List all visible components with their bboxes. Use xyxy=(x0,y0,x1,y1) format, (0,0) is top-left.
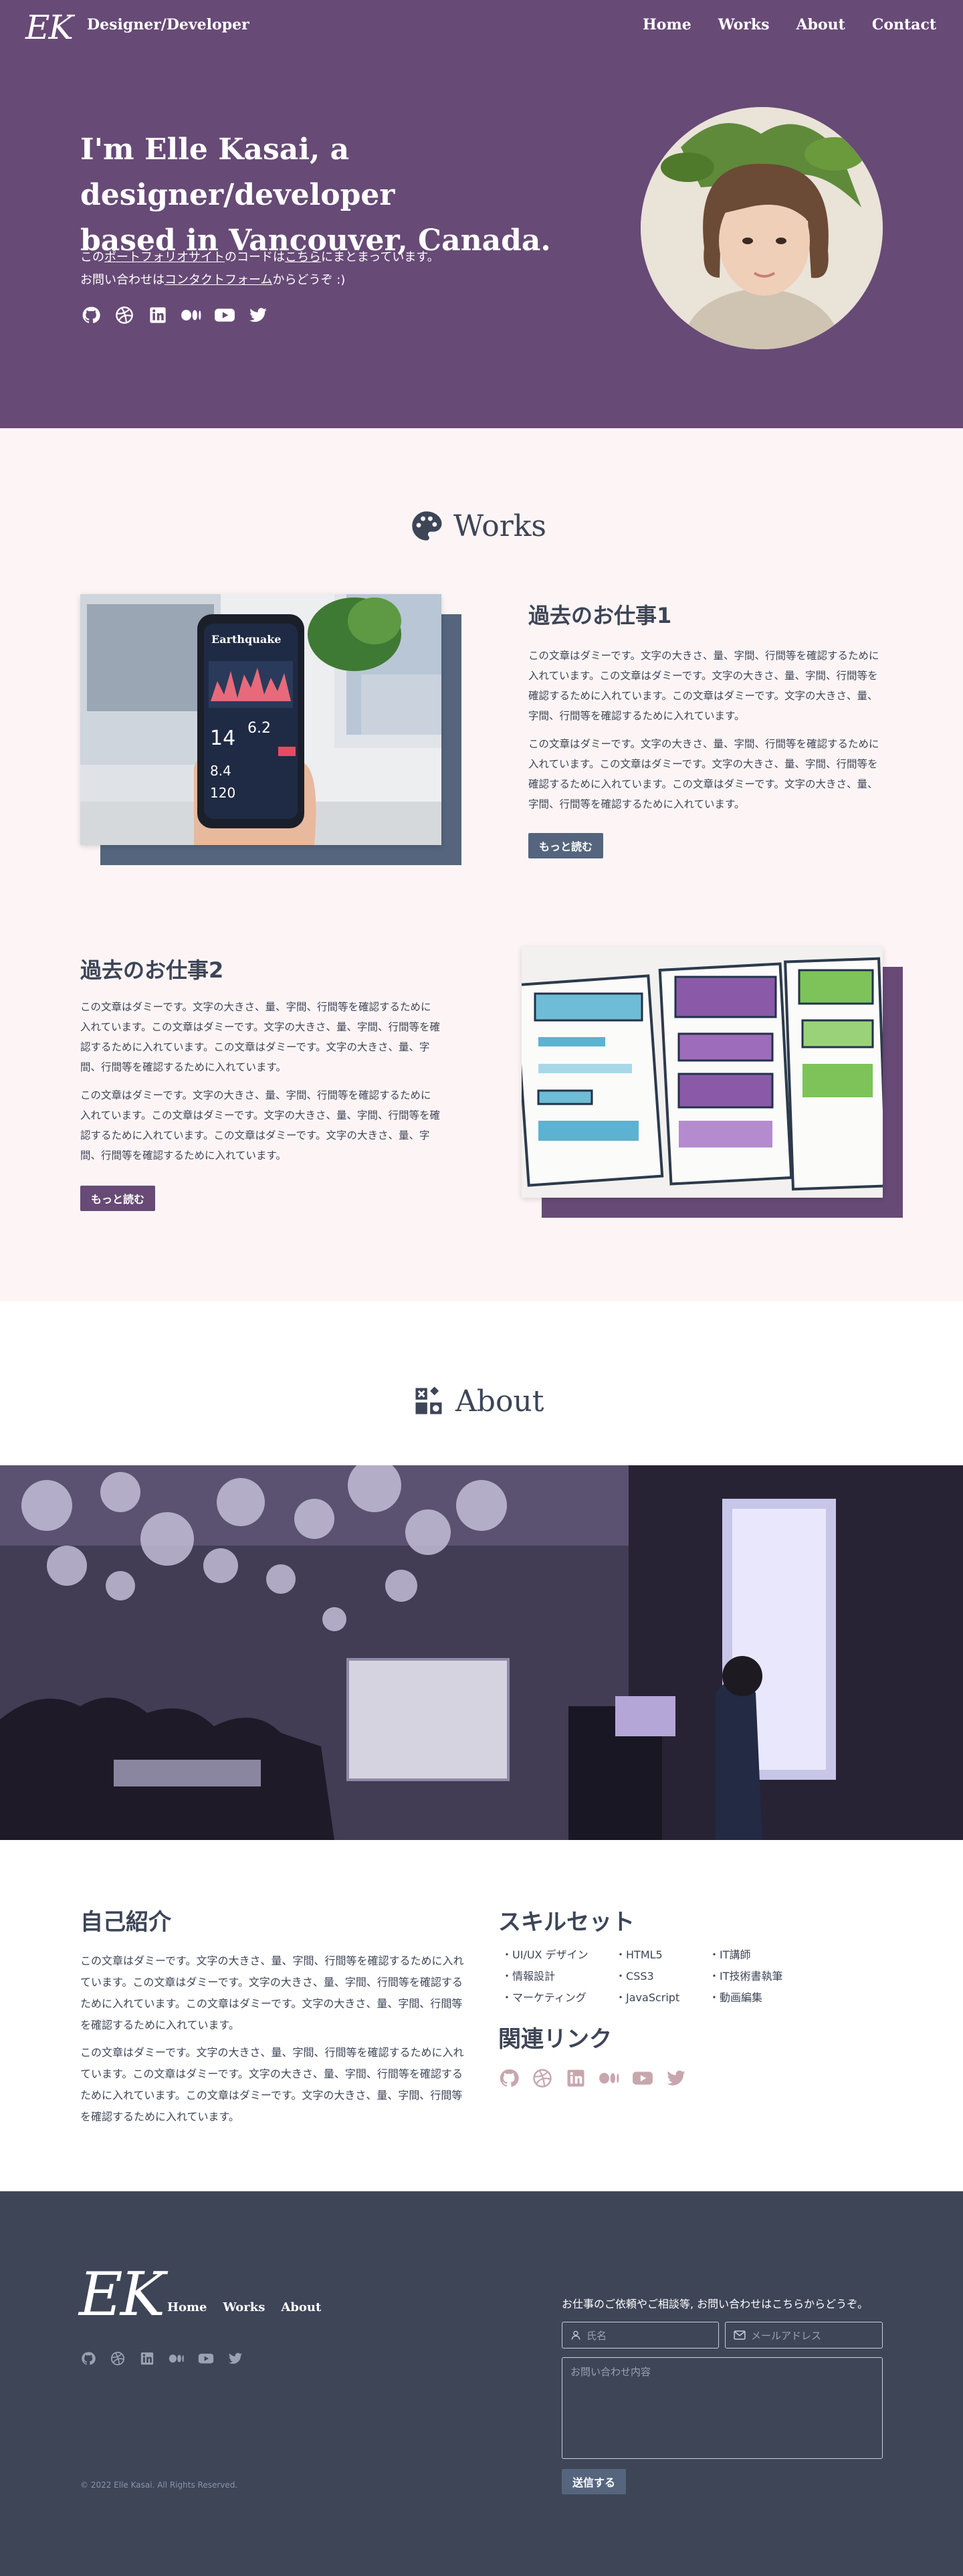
dribbble-icon[interactable] xyxy=(110,2351,126,2367)
about-title: About xyxy=(455,1384,544,1418)
skills-list: UI/UX デザイン HTML5 IT講師 情報設計 CSS3 IT技術書執筆 … xyxy=(502,1946,816,2007)
desc-text: のコードは xyxy=(225,250,285,264)
hero-social-links xyxy=(80,304,269,326)
medium-icon[interactable] xyxy=(169,2351,185,2367)
copyright: © 2022 Elle Kasai. All Rights Reserved. xyxy=(80,2480,238,2490)
work1-paragraph2: この文章はダミーです。文字の大きさ、量、字間、行間等を確認するために入れています… xyxy=(528,738,879,810)
contact-intro: お仕事のご依頼やご相談等, お問い合わせはこちらからどうぞ。 xyxy=(562,2298,869,2310)
message-field[interactable]: お問い合わせ内容 xyxy=(562,2357,883,2459)
desc-text: にまとまっています。 xyxy=(321,250,439,264)
work2-paragraph1: この文章はダミーです。文字の大きさ、量、字間、行間等を確認するために入れています… xyxy=(80,1001,441,1073)
bio-paragraph2: この文章はダミーです。文字の大きさ、量、字間、行間等を確認するために入れています… xyxy=(80,2046,464,2123)
email-field[interactable]: メールアドレス xyxy=(725,2322,883,2349)
medium-icon[interactable] xyxy=(181,304,202,326)
portfolio-link[interactable]: ポートフォリオサイト xyxy=(104,250,225,264)
work2-paragraph2: この文章はダミーです。文字の大きさ、量、字間、行間等を確認するために入れています… xyxy=(80,1089,441,1162)
about-photo xyxy=(0,1465,963,1840)
skill-item: JavaScript xyxy=(615,1989,709,2007)
phone-stat-2: 6.2 xyxy=(247,720,271,737)
bio-paragraph1: この文章はダミーです。文字の大きさ、量、字間、行間等を確認するために入れています… xyxy=(80,1954,464,2031)
hero-role: designer/developer xyxy=(80,178,395,212)
about-heading: About xyxy=(411,1384,544,1418)
site-brand[interactable]: Designer/Developer xyxy=(87,16,249,33)
footer-nav-home[interactable]: Home xyxy=(167,2300,207,2314)
desc-text: からどうぞ :) xyxy=(272,273,346,287)
phone-stat-3: 8.4 xyxy=(210,763,231,779)
work1-image[interactable]: Earthquake 14 6.2 8.4 120 xyxy=(80,594,441,845)
linkedin-icon[interactable] xyxy=(139,2351,155,2367)
submit-button[interactable]: 送信する xyxy=(562,2469,627,2494)
site-footer: EK Home Works About © 2022 Elle Kasai. A… xyxy=(0,2191,963,2576)
name-field[interactable]: 氏名 xyxy=(562,2322,719,2349)
linkedin-icon[interactable] xyxy=(565,2067,586,2089)
work2-read-more-button[interactable]: もっと読む xyxy=(80,1186,156,1211)
hero-title-mid: , a xyxy=(309,132,350,167)
hero-title: I'm Elle Kasai, a designer/developer bas… xyxy=(80,127,629,264)
envelope-icon xyxy=(734,2330,746,2340)
footer-nav-about[interactable]: About xyxy=(281,2300,321,2314)
dribbble-icon[interactable] xyxy=(114,304,135,326)
work2-title: 過去のお仕事2 xyxy=(80,957,224,983)
hero-name: Elle Kasai xyxy=(144,132,310,167)
works-section: Works Earthquake 14 6.2 8.4 120 過去のお仕事1 xyxy=(0,428,963,1301)
work2-image[interactable] xyxy=(522,947,883,1198)
hero-title-prefix: I'm xyxy=(80,132,144,167)
nav-home[interactable]: Home xyxy=(643,16,691,33)
dribbble-icon[interactable] xyxy=(532,2067,553,2089)
works-title: Works xyxy=(453,509,547,543)
work1-read-more-button[interactable]: もっと読む xyxy=(528,833,604,858)
hero-description: このポートフォリオサイトのコードはこちらにまとまっています。 お問い合わせはコン… xyxy=(80,246,439,292)
medium-icon[interactable] xyxy=(599,2067,620,2089)
work1-title: 過去のお仕事1 xyxy=(528,603,672,628)
twitter-icon[interactable] xyxy=(665,2067,687,2089)
skill-item: HTML5 xyxy=(615,1946,709,1964)
code-link[interactable]: こちら xyxy=(285,250,321,264)
linkedin-icon[interactable] xyxy=(147,304,169,326)
nav-works[interactable]: Works xyxy=(718,16,770,33)
skill-item: IT技術書執筆 xyxy=(709,1967,816,1986)
work1-paragraph1: この文章はダミーです。文字の大きさ、量、字間、行間等を確認するために入れています… xyxy=(528,650,879,722)
site-logo[interactable]: EK xyxy=(25,7,74,48)
twitter-icon[interactable] xyxy=(227,2351,243,2367)
youtube-icon[interactable] xyxy=(632,2067,653,2089)
user-icon xyxy=(570,2330,581,2340)
skill-item: マーケティング xyxy=(502,1989,615,2007)
phone-stat-1: 14 xyxy=(210,727,236,750)
github-icon[interactable] xyxy=(498,2067,520,2089)
works-heading: Works xyxy=(409,509,546,543)
github-icon[interactable] xyxy=(80,2351,96,2367)
phone-stat-4: 120 xyxy=(210,785,236,801)
nav-contact[interactable]: Contact xyxy=(872,16,936,33)
phone-app-title: Earthquake xyxy=(211,633,282,646)
skill-item: 動画編集 xyxy=(709,1989,816,2007)
footer-nav: Home Works About xyxy=(167,2300,321,2314)
footer-logo[interactable]: EK xyxy=(79,2262,165,2328)
footer-nav-works[interactable]: Works xyxy=(223,2300,265,2314)
message-placeholder: お問い合わせ内容 xyxy=(570,2366,651,2378)
email-placeholder: メールアドレス xyxy=(751,2329,822,2342)
related-links-title: 関連リンク xyxy=(498,2026,612,2053)
nav-about[interactable]: About xyxy=(796,16,845,33)
twitter-icon[interactable] xyxy=(247,304,269,326)
hero-header: EK Designer/Developer Home Works About C… xyxy=(0,0,963,428)
contact-form-link[interactable]: コンタクトフォーム xyxy=(165,273,272,287)
youtube-icon[interactable] xyxy=(214,304,235,326)
github-icon[interactable] xyxy=(80,304,102,326)
skills-title: スキルセット xyxy=(498,1909,635,1936)
desc-text: お問い合わせは xyxy=(80,273,165,287)
bio-title: 自己紹介 xyxy=(80,1909,171,1936)
palette-icon xyxy=(409,509,444,543)
skill-item: 情報設計 xyxy=(502,1967,615,1986)
related-social-links xyxy=(498,2067,687,2089)
name-placeholder: 氏名 xyxy=(586,2329,607,2342)
tools-icon xyxy=(411,1384,446,1418)
main-nav: Home Works About Contact xyxy=(643,16,936,33)
skill-item: IT講師 xyxy=(709,1946,816,1964)
skill-item: CSS3 xyxy=(615,1967,709,1986)
footer-social-links xyxy=(80,2351,243,2367)
profile-avatar xyxy=(641,107,883,349)
skill-item: UI/UX デザイン xyxy=(502,1946,615,1964)
youtube-icon[interactable] xyxy=(198,2351,214,2367)
desc-text: この xyxy=(80,250,104,264)
